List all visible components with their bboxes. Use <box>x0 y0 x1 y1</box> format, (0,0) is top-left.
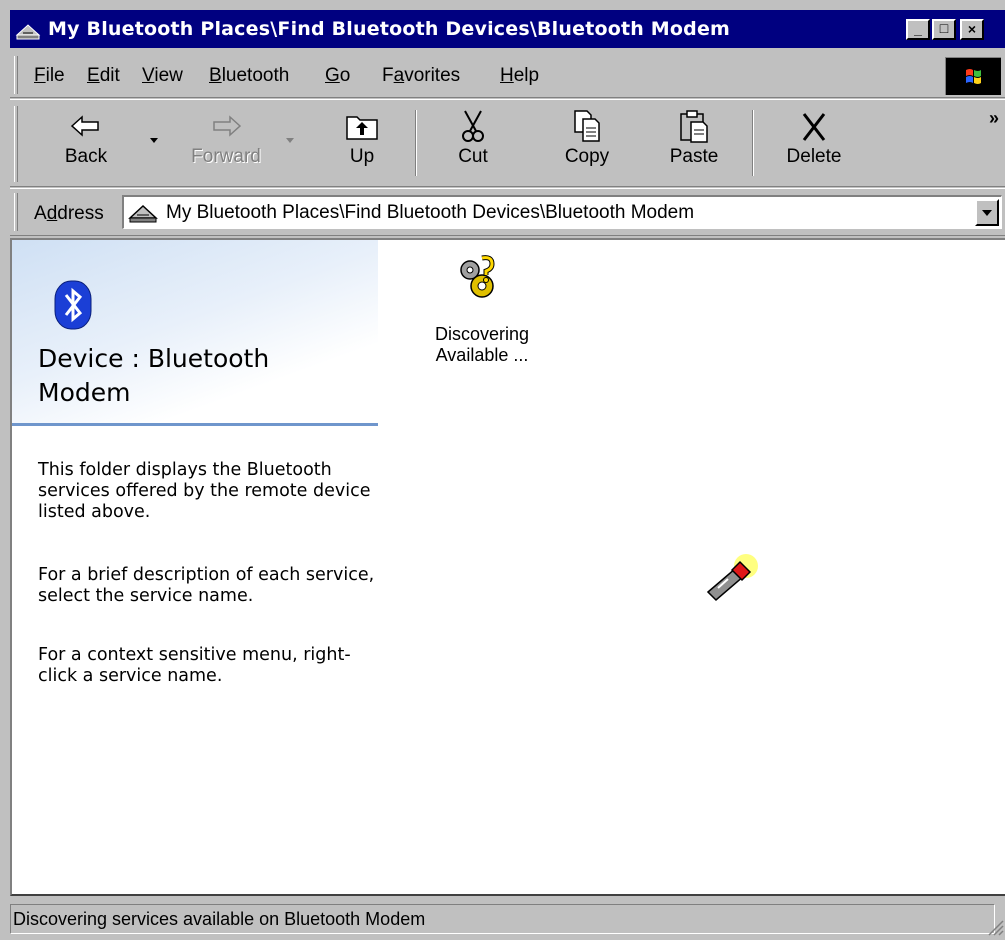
toolbar-chevron[interactable]: » <box>989 108 999 129</box>
window-title: My Bluetooth Places\Find Bluetooth Devic… <box>48 18 731 40</box>
menu-view-accel: V <box>142 65 155 86</box>
pane-paragraph: For a context sensitive menu, right-clic… <box>38 645 351 686</box>
address-label-accel: d <box>46 203 58 224</box>
menu-bar: File Edit View Bluetooth Go Favorites He… <box>10 54 1005 98</box>
close-button[interactable]: × <box>960 19 984 40</box>
address-label: Address <box>34 203 104 225</box>
delete-label: Delete <box>786 146 842 167</box>
menu-favorites-pre: F <box>382 65 394 86</box>
info-pane-header: Device : Bluetooth Modem <box>12 240 378 426</box>
menu-bluetooth-accel: B <box>209 65 222 86</box>
menu-grip[interactable] <box>14 56 18 94</box>
status-bar: Discovering services available on Blueto… <box>10 904 1005 937</box>
back-arrow-icon <box>70 115 99 137</box>
pane-paragraph: For a brief description of each service,… <box>38 565 375 606</box>
paste-icon <box>680 110 708 143</box>
discovering-gears-icon[interactable] <box>454 252 504 302</box>
forward-arrow-icon <box>213 115 242 137</box>
menu-file-label: ile <box>45 65 65 86</box>
windows-logo-icon <box>966 69 981 84</box>
address-input[interactable]: My Bluetooth Places\Find Bluetooth Devic… <box>122 195 1002 229</box>
delete-button[interactable]: Delete <box>774 104 854 184</box>
address-grip[interactable] <box>14 193 18 231</box>
up-button[interactable]: Up <box>326 104 398 184</box>
status-text: Discovering services available on Blueto… <box>13 909 426 929</box>
menu-go-label: o <box>339 65 351 86</box>
menu-view-label: iew <box>154 65 183 86</box>
up-folder-icon <box>346 116 378 140</box>
paste-label: Paste <box>669 146 719 167</box>
menu-help-accel: H <box>500 65 514 86</box>
menu-bluetooth-label: luetooth <box>221 65 290 86</box>
maximize-button[interactable]: □ <box>932 19 956 40</box>
menu-go[interactable]: Go <box>325 65 350 87</box>
discovering-item-label[interactable]: Discovering Available ... <box>422 324 542 366</box>
menu-bluetooth[interactable]: Bluetooth <box>209 65 289 87</box>
back-dropdown-arrow[interactable] <box>150 138 158 143</box>
forward-button[interactable]: Forward <box>176 104 276 184</box>
forward-dropdown-arrow[interactable] <box>286 138 294 143</box>
folder-content: Device : Bluetooth Modem This folder dis… <box>10 238 1005 896</box>
menu-edit[interactable]: Edit <box>87 65 120 87</box>
menu-go-accel: G <box>325 65 340 86</box>
cut-button[interactable]: Cut <box>438 104 508 184</box>
toolbar-grip[interactable] <box>14 106 18 182</box>
back-button[interactable]: Back <box>50 104 122 184</box>
paste-button[interactable]: Paste <box>654 104 734 184</box>
menu-favorites[interactable]: Favorites <box>382 65 460 87</box>
toolbar-separator <box>415 110 417 176</box>
menu-view[interactable]: View <box>142 65 183 87</box>
bluetooth-logo-icon <box>54 280 92 330</box>
resize-grip-icon[interactable] <box>985 917 1005 937</box>
minimize-button[interactable]: _ <box>906 19 930 40</box>
explorer-window: My Bluetooth Places\Find Bluetooth Devic… <box>0 0 1005 940</box>
address-dropdown-button[interactable] <box>975 199 999 226</box>
copy-button[interactable]: Copy <box>550 104 624 184</box>
address-label-post: dress <box>57 203 104 224</box>
address-value: My Bluetooth Places\Find Bluetooth Devic… <box>166 202 695 223</box>
back-label: Back <box>64 146 108 167</box>
menu-file-accel: F <box>34 65 46 86</box>
windows-logo-throbber <box>945 57 1001 95</box>
menu-help[interactable]: Help <box>500 65 539 87</box>
menu-file[interactable]: File <box>34 65 65 87</box>
menu-edit-label: dit <box>99 65 120 86</box>
bluetooth-places-icon <box>15 24 41 40</box>
cut-label: Cut <box>458 146 488 167</box>
title-bar[interactable]: My Bluetooth Places\Find Bluetooth Devic… <box>10 10 1005 48</box>
status-panel: Discovering services available on Blueto… <box>10 904 995 934</box>
discovering-label-line2: Available ... <box>435 345 529 365</box>
copy-icon <box>574 110 600 142</box>
menu-favorites-accel: a <box>393 65 405 86</box>
address-label-pre: A <box>34 203 47 224</box>
menu-edit-accel: E <box>87 65 100 86</box>
pane-paragraph: This folder displays the Bluetooth servi… <box>38 460 371 522</box>
discovering-label-line1: Discovering <box>434 324 530 344</box>
address-bar: Address My Bluetooth Places\Find Bluetoo… <box>10 188 1005 236</box>
copy-label: Copy <box>564 146 610 167</box>
flashlight-icon <box>706 554 758 602</box>
forward-label: Forward <box>191 146 261 167</box>
standard-toolbar: Back Forward Up Cut Copy Paste Delete » <box>10 99 1005 187</box>
delete-x-icon <box>802 113 826 141</box>
toolbar-separator <box>752 110 754 176</box>
device-title: Device : Bluetooth Modem <box>38 344 270 407</box>
menu-help-label: elp <box>513 65 540 86</box>
up-label: Up <box>349 146 375 167</box>
scissors-icon <box>462 110 484 142</box>
menu-favorites-label: vorites <box>404 65 461 86</box>
bluetooth-places-icon <box>128 204 158 223</box>
